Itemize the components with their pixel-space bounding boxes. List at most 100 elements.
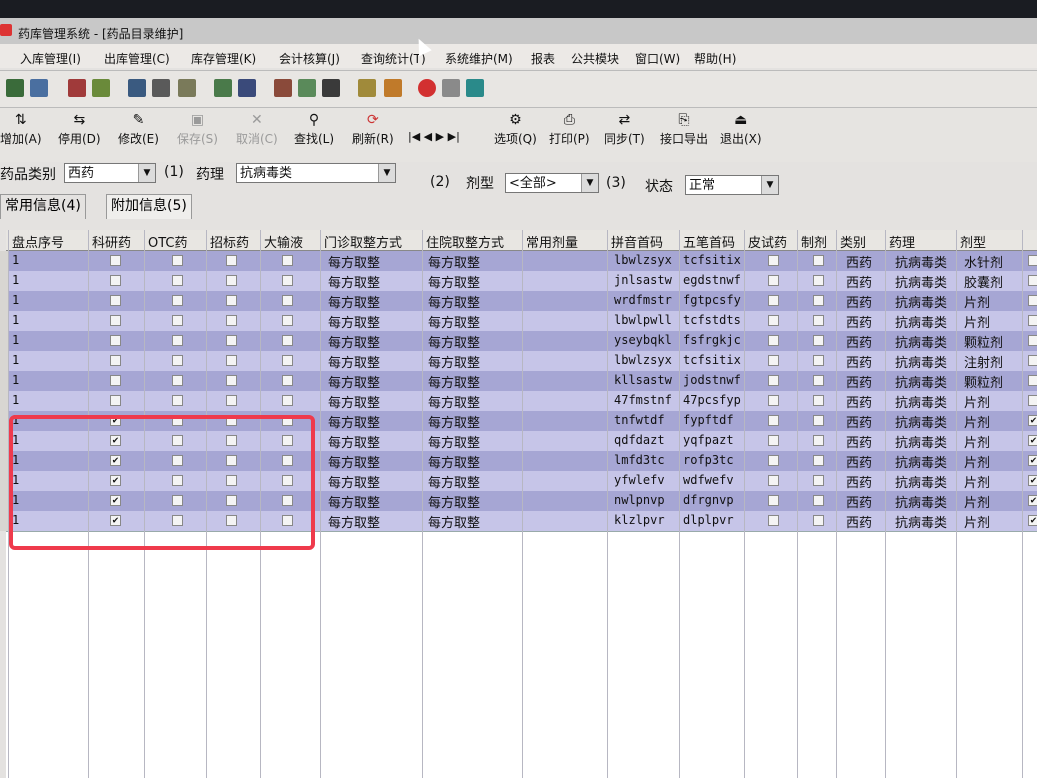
skintest-checkbox[interactable]	[768, 435, 779, 446]
column-header[interactable]: 住院取整方式	[426, 232, 522, 251]
otc-checkbox[interactable]	[172, 295, 183, 306]
keyan-checkbox[interactable]	[110, 335, 121, 346]
menu-system[interactable]: 系统维护(M)	[445, 50, 513, 67]
column-header[interactable]: 门诊取整方式	[324, 232, 422, 251]
next-record-button[interactable]: ▶	[436, 130, 444, 143]
tab-common-info[interactable]: 常用信息(4)	[0, 194, 86, 219]
infusion-checkbox[interactable]	[282, 275, 293, 286]
skintest-checkbox[interactable]	[768, 375, 779, 386]
menu-outbound[interactable]: 出库管理(C)	[104, 50, 170, 67]
column-header[interactable]: 大输液	[264, 232, 320, 251]
keyan-checkbox[interactable]	[110, 295, 121, 306]
preparation-checkbox[interactable]	[813, 515, 824, 526]
preparation-checkbox[interactable]	[813, 495, 824, 506]
otc-checkbox[interactable]	[172, 275, 183, 286]
quick-icon-5[interactable]	[128, 79, 146, 97]
column-header[interactable]: OTC药	[148, 232, 206, 251]
tender-checkbox[interactable]	[226, 295, 237, 306]
column-header[interactable]: 药理	[889, 232, 956, 251]
skintest-checkbox[interactable]	[768, 255, 779, 266]
extra-checkbox[interactable]	[1028, 335, 1037, 346]
column-header[interactable]: 招标药	[210, 232, 260, 251]
preparation-checkbox[interactable]	[813, 395, 824, 406]
quick-icon-12[interactable]	[358, 79, 376, 97]
thermometer-icon[interactable]	[384, 79, 402, 97]
sync-button[interactable]: ⇄ 同步(T)	[604, 110, 645, 147]
keyan-checkbox[interactable]	[110, 255, 121, 266]
column-header[interactable]: 科研药	[92, 232, 144, 251]
preparation-checkbox[interactable]	[813, 335, 824, 346]
refresh-button[interactable]: ⟳ 刷新(R)	[352, 110, 394, 147]
preparation-checkbox[interactable]	[813, 315, 824, 326]
infusion-checkbox[interactable]	[282, 315, 293, 326]
extra-checkbox[interactable]	[1028, 375, 1037, 386]
preparation-checkbox[interactable]	[813, 435, 824, 446]
extra-checkbox[interactable]	[1028, 355, 1037, 366]
exit-button[interactable]: ⏏ 退出(X)	[720, 110, 762, 147]
quick-icon-11[interactable]	[298, 79, 316, 97]
last-record-button[interactable]: ▶|	[448, 130, 460, 143]
skintest-checkbox[interactable]	[768, 515, 779, 526]
add-button[interactable]: ⇅ 增加(A)	[0, 110, 42, 147]
menu-help[interactable]: 帮助(H)	[694, 50, 736, 67]
tender-checkbox[interactable]	[226, 395, 237, 406]
quick-icon-3[interactable]	[68, 79, 86, 97]
infusion-checkbox[interactable]	[282, 295, 293, 306]
infusion-checkbox[interactable]	[282, 375, 293, 386]
edit-button[interactable]: ✎ 修改(E)	[118, 110, 159, 147]
column-header[interactable]: 五笔首码	[683, 232, 744, 251]
quick-icon-9[interactable]	[238, 79, 256, 97]
menu-accounting[interactable]: 会计核算(J)	[279, 50, 340, 67]
keyan-checkbox[interactable]	[110, 375, 121, 386]
menu-inbound[interactable]: 入库管理(I)	[20, 50, 81, 67]
category-select[interactable]: 西药 ▼	[64, 163, 156, 183]
dosage-select[interactable]: <全部> ▼	[505, 173, 599, 193]
export-button[interactable]: ⎘ 接口导出	[660, 110, 708, 147]
otc-checkbox[interactable]	[172, 335, 183, 346]
search-icon[interactable]	[322, 79, 340, 97]
tender-checkbox[interactable]	[226, 255, 237, 266]
column-header[interactable]: 常用剂量	[526, 232, 607, 251]
print-button[interactable]: ⎙ 打印(P)	[549, 110, 590, 147]
skintest-checkbox[interactable]	[768, 475, 779, 486]
quick-icon-13[interactable]	[442, 79, 460, 97]
skintest-checkbox[interactable]	[768, 355, 779, 366]
quick-icon-8[interactable]	[214, 79, 232, 97]
cancel-button[interactable]: ✕ 取消(C)	[236, 110, 278, 147]
save-button[interactable]: ▣ 保存(S)	[177, 110, 218, 147]
tab-extra-info[interactable]: 附加信息(5)	[106, 194, 192, 219]
column-header[interactable]: 剂型	[960, 232, 1022, 251]
quick-icon-2[interactable]	[30, 79, 48, 97]
extra-checkbox[interactable]	[1028, 295, 1037, 306]
column-header[interactable]: 类别	[840, 232, 885, 251]
preparation-checkbox[interactable]	[813, 275, 824, 286]
column-header[interactable]: 制剂	[801, 232, 836, 251]
tender-checkbox[interactable]	[226, 355, 237, 366]
infusion-checkbox[interactable]	[282, 255, 293, 266]
find-button[interactable]: ⚲ 查找(L)	[294, 110, 334, 147]
extra-checkbox[interactable]	[1028, 395, 1037, 406]
column-header[interactable]: 拼音首码	[611, 232, 679, 251]
skintest-checkbox[interactable]	[768, 275, 779, 286]
otc-checkbox[interactable]	[172, 395, 183, 406]
column-header[interactable]: 皮试药	[748, 232, 797, 251]
preparation-checkbox[interactable]	[813, 355, 824, 366]
extra-checkbox[interactable]	[1028, 275, 1037, 286]
quick-icon-6[interactable]	[152, 79, 170, 97]
extra-checkbox[interactable]: ✔	[1028, 475, 1037, 486]
extra-checkbox[interactable]	[1028, 255, 1037, 266]
tender-checkbox[interactable]	[226, 375, 237, 386]
keyan-checkbox[interactable]	[110, 355, 121, 366]
quick-icon-10[interactable]	[274, 79, 292, 97]
otc-checkbox[interactable]	[172, 255, 183, 266]
otc-checkbox[interactable]	[172, 355, 183, 366]
keyan-checkbox[interactable]	[110, 275, 121, 286]
preparation-checkbox[interactable]	[813, 295, 824, 306]
skintest-checkbox[interactable]	[768, 415, 779, 426]
keyan-checkbox[interactable]	[110, 395, 121, 406]
skintest-checkbox[interactable]	[768, 455, 779, 466]
preparation-checkbox[interactable]	[813, 415, 824, 426]
extra-checkbox[interactable]: ✔	[1028, 515, 1037, 526]
extra-checkbox[interactable]: ✔	[1028, 495, 1037, 506]
skintest-checkbox[interactable]	[768, 315, 779, 326]
